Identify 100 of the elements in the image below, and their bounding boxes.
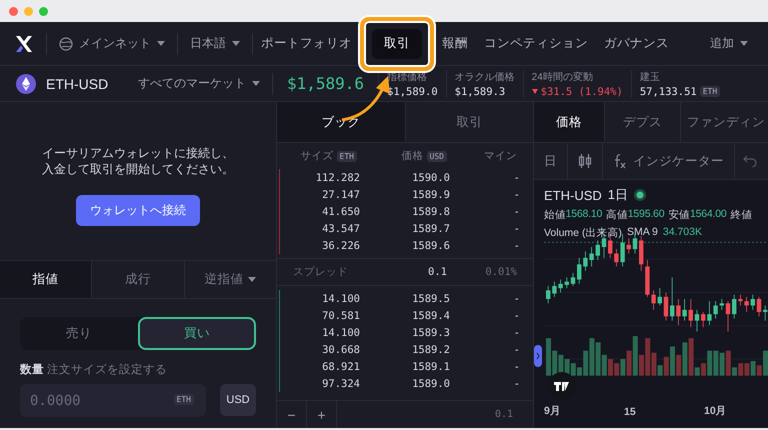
network-selector[interactable]: メインネット <box>47 35 177 52</box>
more-menu[interactable]: 追加 <box>698 35 760 52</box>
market-symbol: ETH-USD <box>46 76 110 92</box>
globe-icon <box>59 36 73 50</box>
ask-row: 43.547 1589.7 - <box>279 220 533 237</box>
candle <box>670 276 674 322</box>
candle <box>577 257 582 284</box>
chart-tab[interactable]: ファンディン <box>680 102 768 142</box>
nav-tab[interactable]: ポートフォリオ <box>253 28 360 58</box>
unit-badge: ETH <box>336 150 357 162</box>
ohlc-value: 1595.60 <box>628 208 664 222</box>
column-header: サイズ <box>300 149 334 163</box>
candle <box>694 309 700 332</box>
candle <box>658 288 662 306</box>
bid-row: 68.921 1589.1 - <box>279 358 533 375</box>
spread-label: スプレッド <box>292 265 349 279</box>
candle <box>688 298 693 328</box>
window-control-dot[interactable] <box>24 6 33 16</box>
spread-value: 0.1 <box>427 266 447 278</box>
candle <box>732 294 736 319</box>
down-triangle-icon <box>532 89 538 94</box>
chart-period: 1日 <box>608 186 628 204</box>
last-price: $1,589.6 <box>286 74 366 93</box>
candle <box>626 238 631 254</box>
sma-label: SMA 9 <box>626 226 658 240</box>
ohlc-label: 高値 <box>606 208 628 222</box>
window-control-dot[interactable] <box>9 6 18 16</box>
volume-value: 34.703K <box>662 226 702 240</box>
nav-tab[interactable]: 取引 <box>372 28 422 58</box>
chart-tab[interactable]: 価格 <box>534 102 604 142</box>
caret-icon <box>252 81 260 86</box>
ask-row: 41.650 1589.8 - <box>279 203 533 220</box>
candle <box>570 272 576 286</box>
candle <box>720 298 724 310</box>
panel-handle-icon[interactable] <box>534 345 542 367</box>
x-axis-label: 9月 <box>544 404 561 418</box>
candle <box>596 240 600 260</box>
order-type-tab[interactable]: 成行 <box>91 261 184 298</box>
zoom-out-button[interactable]: − <box>277 401 307 428</box>
candle <box>701 312 706 328</box>
column-header: 価格 <box>402 149 424 163</box>
stat-label: 建玉 <box>640 70 661 84</box>
side-toggle[interactable]: 売り <box>20 317 138 350</box>
panel-tab[interactable]: 取引 <box>404 102 533 142</box>
candle <box>664 292 668 322</box>
nav-tab[interactable]: 報酬 <box>434 28 476 58</box>
x-axis-label: 10月 <box>704 404 727 418</box>
order-type-tab[interactable]: 逆指値 <box>184 261 276 298</box>
candle <box>564 276 569 289</box>
indicators-button[interactable]: インジケーター <box>603 143 735 179</box>
ohlc-label: 安値 <box>668 208 690 222</box>
interval-button[interactable]: 日 <box>534 143 568 179</box>
x-axis-label: 15 <box>624 406 636 418</box>
nav-tab[interactable]: ガバナンス <box>596 28 677 58</box>
ask-row: 112.282 1590.0 - <box>279 169 533 186</box>
bid-row: 14.100 1589.5 - <box>279 290 533 307</box>
unit-badge: ETH <box>174 394 194 405</box>
bid-row: 70.581 1589.4 - <box>279 307 533 324</box>
spread-percent: 0.01% <box>484 266 517 278</box>
ohlc-value: 1568.10 <box>566 208 602 222</box>
zoom-in-button[interactable]: + <box>307 401 337 428</box>
ohlc-label: 終値 <box>730 208 752 222</box>
candlestick-icon <box>578 153 592 169</box>
ethereum-icon <box>16 74 36 94</box>
caret-icon <box>740 41 748 46</box>
price-step: 0.1 <box>494 409 513 420</box>
stat-label: オラクル価格 <box>454 70 515 84</box>
language-selector[interactable]: 日本語 <box>178 35 252 52</box>
side-toggle[interactable]: 買い <box>138 317 256 350</box>
connect-message: イーサリアムウォレットに接続し、入金して取引を開始してください。 <box>42 144 234 176</box>
bid-row: 14.100 1589.3 - <box>279 324 533 341</box>
bid-row: 30.668 1589.2 - <box>279 341 533 358</box>
window-control-dot[interactable] <box>39 6 48 16</box>
logo-icon[interactable] <box>14 34 34 54</box>
volume-label: Volume (出来高) <box>544 226 622 240</box>
stat-value: $31.5 (1.94%) <box>532 86 623 98</box>
candle <box>632 234 638 254</box>
nav-tab[interactable]: コンペティション <box>476 28 596 58</box>
ohlc-label: 始値 <box>544 208 566 222</box>
unit-badge: USD <box>426 150 447 162</box>
market-selector[interactable]: すべてのマーケット <box>126 75 272 92</box>
order-type-tab[interactable]: 指値 <box>0 261 92 298</box>
connect-wallet-button[interactable]: ウォレットへ接続 <box>76 194 200 226</box>
logo-icon <box>548 372 576 400</box>
candle <box>639 236 644 272</box>
stat-label: 24時間の変動 <box>532 70 594 84</box>
candle <box>763 305 768 322</box>
bid-row: 97.324 1589.0 - <box>279 375 533 392</box>
candle <box>750 294 755 310</box>
caret-icon <box>232 41 240 46</box>
undo-icon[interactable] <box>743 155 757 167</box>
caret-icon <box>157 41 165 46</box>
currency-toggle[interactable]: USD <box>220 384 256 416</box>
candle <box>546 286 550 304</box>
unit-badge: ETH <box>700 86 720 97</box>
ask-row: 27.147 1589.9 - <box>279 186 533 203</box>
chart-tab[interactable]: デプス <box>604 102 680 142</box>
live-indicator-icon <box>634 189 646 201</box>
candle <box>756 296 762 317</box>
chart-symbol: ETH-USD <box>544 188 602 202</box>
